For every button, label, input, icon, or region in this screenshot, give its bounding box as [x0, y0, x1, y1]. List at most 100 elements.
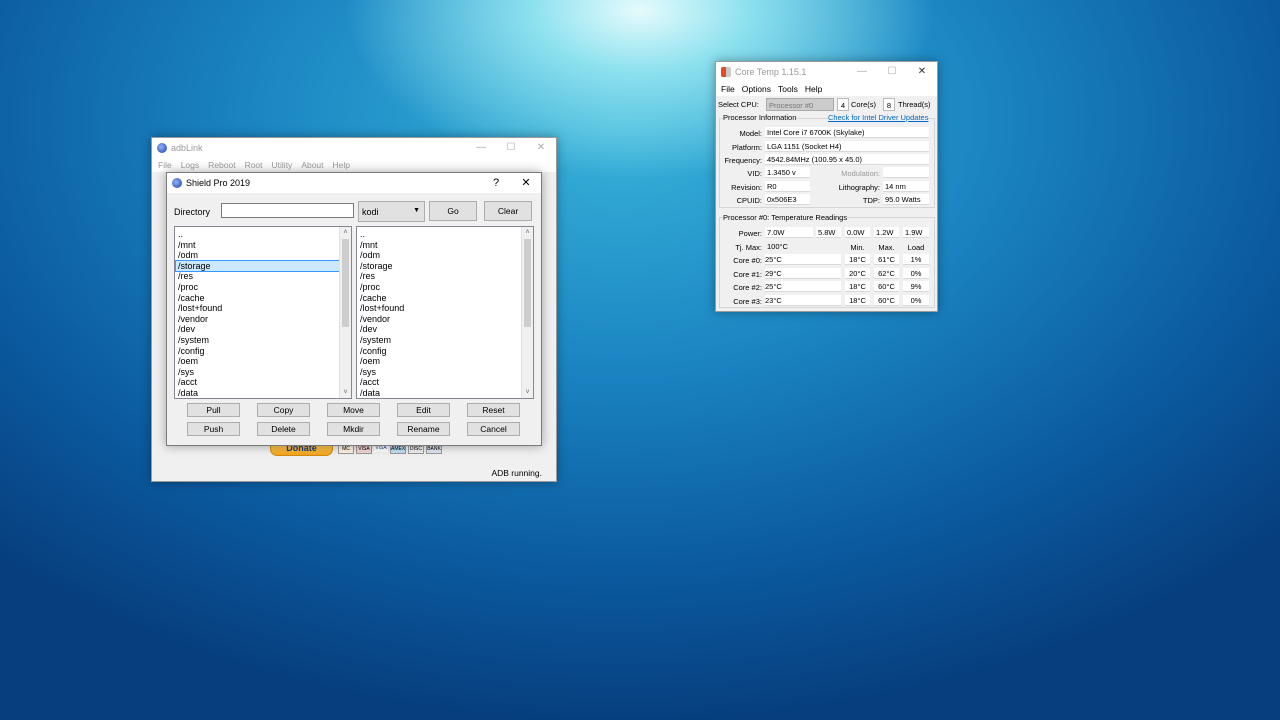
maximize-button[interactable]: ☐	[877, 62, 907, 82]
list-item[interactable]: /system	[176, 335, 339, 346]
list-item[interactable]: /dev	[358, 324, 521, 335]
scroll-down-icon[interactable]: ˅	[340, 387, 351, 398]
list-item[interactable]: /storage	[175, 259, 340, 273]
list-item[interactable]: /res	[358, 271, 521, 282]
menu-tools[interactable]: Tools	[778, 84, 798, 94]
tdp-value: 95.0 Watts	[883, 194, 929, 205]
list-item[interactable]: /vendor	[358, 314, 521, 325]
list-item[interactable]: /proc	[176, 282, 339, 293]
core-0-label: Core #0:	[733, 256, 762, 265]
directory-input[interactable]	[221, 203, 354, 218]
list-item[interactable]: /data	[176, 388, 339, 398]
cores-count: 4	[837, 98, 849, 111]
app-combo[interactable]: kodi ▼	[358, 201, 425, 222]
menu-reboot[interactable]: Reboot	[208, 160, 235, 170]
menu-file[interactable]: File	[721, 84, 735, 94]
shield-dialog: Shield Pro 2019 ? ✕ Directory kodi ▼ Go …	[166, 172, 542, 446]
list-item[interactable]: /oem	[358, 356, 521, 367]
coretemp-title: Core Temp 1.15.1	[735, 67, 807, 77]
delete-button[interactable]: Delete	[257, 422, 310, 436]
list-item[interactable]: /cache	[176, 293, 339, 304]
list-item[interactable]: /odm	[358, 250, 521, 261]
shield-titlebar[interactable]: Shield Pro 2019 ? ✕	[167, 173, 541, 193]
move-button[interactable]: Move	[327, 403, 380, 417]
list-item[interactable]: ..	[358, 229, 521, 240]
core-1-min: 20°C	[845, 267, 870, 279]
list-item[interactable]: /dev	[176, 324, 339, 335]
menu-logs[interactable]: Logs	[181, 160, 199, 170]
menu-root[interactable]: Root	[245, 160, 263, 170]
coretemp-window: Core Temp 1.15.1 — ☐ ✕ File Options Tool…	[715, 61, 938, 312]
core-3-max: 60°C	[874, 294, 899, 306]
scroll-thumb[interactable]	[342, 239, 349, 327]
cpuid-value: 0x506E3	[765, 194, 810, 205]
local-file-list[interactable]: ../mnt/odm/storage/res/proc/cache/lost+f…	[174, 226, 352, 399]
edit-button[interactable]: Edit	[397, 403, 450, 417]
list-item[interactable]: /mnt	[358, 240, 521, 251]
help-button[interactable]: ?	[481, 173, 511, 193]
list-item[interactable]: /lost+found	[358, 303, 521, 314]
list-item[interactable]: /system	[358, 335, 521, 346]
scroll-up-icon[interactable]: ˄	[522, 227, 533, 238]
cancel-button[interactable]: Cancel	[467, 422, 520, 436]
menu-help[interactable]: Help	[333, 160, 350, 170]
scroll-down-icon[interactable]: ˅	[522, 387, 533, 398]
list-item[interactable]: /odm	[176, 250, 339, 261]
power-value-package: 7.0W	[765, 227, 813, 238]
coretemp-menubar: File Options Tools Help	[716, 82, 937, 96]
list-item[interactable]: /config	[176, 346, 339, 357]
menu-about[interactable]: About	[301, 160, 323, 170]
menu-utility[interactable]: Utility	[272, 160, 293, 170]
close-button[interactable]: ✕	[511, 173, 541, 193]
push-button[interactable]: Push	[187, 422, 240, 436]
pull-button[interactable]: Pull	[187, 403, 240, 417]
driver-update-link[interactable]: Check for Intel Driver Updates	[828, 113, 929, 122]
lithography-value: 14 nm	[883, 181, 929, 192]
shield-app-icon	[172, 178, 182, 188]
adblink-menubar: File Logs Reboot Root Utility About Help	[152, 158, 556, 172]
list-item[interactable]: /data	[358, 388, 521, 398]
list-item[interactable]: /sys	[358, 367, 521, 378]
device-file-list[interactable]: ../mnt/odm/storage/res/proc/cache/lost+f…	[356, 226, 534, 399]
list-item[interactable]: /storage	[358, 261, 521, 272]
scrollbar[interactable]: ˄ ˅	[521, 227, 533, 398]
menu-file[interactable]: File	[158, 160, 172, 170]
menu-options[interactable]: Options	[742, 84, 771, 94]
list-item[interactable]: /vendor	[176, 314, 339, 325]
reset-button[interactable]: Reset	[467, 403, 520, 417]
scroll-up-icon[interactable]: ˄	[340, 227, 351, 238]
minimize-button[interactable]: —	[466, 138, 496, 158]
menu-help[interactable]: Help	[805, 84, 822, 94]
close-button[interactable]: ✕	[907, 62, 937, 82]
max-column-header: Max.	[878, 243, 895, 252]
mkdir-button[interactable]: Mkdir	[327, 422, 380, 436]
core-1-load: 0%	[903, 267, 929, 279]
list-item[interactable]: /proc	[358, 282, 521, 293]
coretemp-app-icon	[721, 67, 731, 77]
adblink-titlebar[interactable]: adbLink — ☐ ✕	[152, 138, 556, 158]
list-item[interactable]: /acct	[358, 377, 521, 388]
list-item[interactable]: /mnt	[176, 240, 339, 251]
tdp-label: TDP:	[862, 196, 880, 205]
list-item[interactable]: /lost+found	[176, 303, 339, 314]
copy-button[interactable]: Copy	[257, 403, 310, 417]
coretemp-titlebar[interactable]: Core Temp 1.15.1 — ☐ ✕	[716, 62, 937, 82]
clear-button[interactable]: Clear	[484, 201, 532, 221]
scroll-thumb[interactable]	[524, 239, 531, 327]
core-1-label: Core #1:	[733, 269, 762, 279]
list-item[interactable]: /cache	[358, 293, 521, 304]
scrollbar[interactable]: ˄ ˅	[339, 227, 351, 398]
list-item[interactable]: /sys	[176, 367, 339, 378]
model-label: Model:	[739, 129, 762, 138]
close-button[interactable]: ✕	[526, 138, 556, 158]
minimize-button[interactable]: —	[847, 62, 877, 82]
list-item[interactable]: /config	[358, 346, 521, 357]
go-button[interactable]: Go	[429, 201, 477, 221]
maximize-button[interactable]: ☐	[496, 138, 526, 158]
select-cpu-dropdown[interactable]: Processor #0	[766, 98, 834, 111]
list-item[interactable]: /acct	[176, 377, 339, 388]
list-item[interactable]: /res	[176, 271, 339, 282]
rename-button[interactable]: Rename	[397, 422, 450, 436]
list-item[interactable]: ..	[176, 229, 339, 240]
list-item[interactable]: /oem	[176, 356, 339, 367]
